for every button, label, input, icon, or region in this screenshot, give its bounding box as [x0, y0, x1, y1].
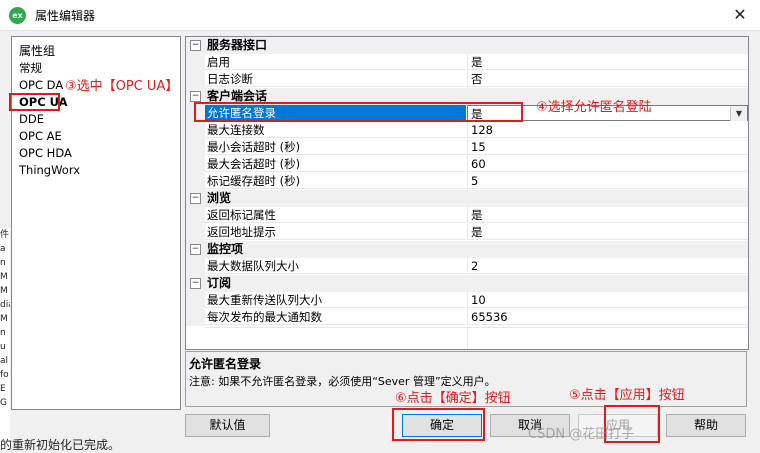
defaults-button[interactable]: 默认值	[185, 414, 270, 437]
chevron-down-icon[interactable]: ▼	[730, 106, 747, 121]
background-text-fragment: M	[0, 286, 8, 296]
annotation-click-apply: ⑤点击【应用】按钮	[569, 388, 685, 403]
category-name: 服务器接口	[207, 38, 268, 52]
collapse-icon[interactable]: −	[190, 91, 201, 102]
property-row[interactable]: 最小会话超时 (秒) 15	[186, 139, 748, 156]
property-name: 最大会话超时 (秒)	[205, 156, 466, 172]
background-text-fragment: al	[0, 356, 9, 366]
group-item[interactable]: ThingWorx	[18, 162, 176, 179]
property-row[interactable]: 最大会话超时 (秒) 60	[186, 156, 748, 173]
category-name: 浏览	[207, 191, 232, 205]
background-text-fragment: a	[0, 244, 6, 254]
background-text-fragment: u	[0, 342, 6, 352]
property-grid: − 服务器接口 启用是日志诊断否 − 客户端会话 允许匿名登录是 ▼ 最大连接数 128 最小会话…	[185, 36, 749, 350]
collapse-icon[interactable]: −	[190, 244, 201, 255]
background-text-fragment: n	[0, 328, 6, 338]
row-gutter	[186, 292, 205, 309]
background-status-text: 的重新初始化已完成。	[0, 438, 121, 452]
property-value[interactable]: 是	[467, 224, 748, 240]
window-title: 属性编辑器	[35, 9, 96, 23]
category-name: 监控项	[207, 242, 244, 256]
annotation-allow-anonymous: ④选择允许匿名登陆	[536, 100, 652, 115]
property-value[interactable]: 5	[467, 173, 748, 189]
background-text-fragment: E	[0, 384, 6, 394]
property-name: 返回标记属性	[205, 207, 466, 223]
property-name: 每次发布的最大通知数	[205, 309, 466, 325]
collapse-icon[interactable]: −	[190, 193, 201, 204]
watermark: CSDN @花田打子	[528, 427, 635, 442]
highlight-anonymous-login	[194, 102, 523, 122]
property-category[interactable]: − 监控项	[186, 241, 748, 258]
group-item[interactable]: OPC AE	[18, 128, 176, 145]
property-name: 最大数据队列大小	[205, 258, 466, 274]
property-row[interactable]: 启用是	[186, 54, 748, 71]
collapse-icon[interactable]: −	[190, 278, 201, 289]
property-value[interactable]: 65536	[467, 309, 748, 325]
property-value[interactable]: 15	[467, 139, 748, 155]
group-item[interactable]: OPC HDA	[18, 145, 176, 162]
property-row[interactable]: 返回标记属性是	[186, 207, 748, 224]
property-row[interactable]: 最大重新传送队列大小 10	[186, 292, 748, 309]
row-gutter	[186, 258, 205, 275]
property-value[interactable]: 2	[467, 258, 748, 274]
property-grid-empty-row	[205, 327, 748, 349]
property-value[interactable]: 否	[467, 71, 748, 87]
property-row[interactable]: 返回地址提示是	[186, 224, 748, 241]
category-name: 订阅	[207, 276, 232, 290]
property-category[interactable]: − 订阅	[186, 275, 748, 292]
property-category[interactable]: − 浏览	[186, 190, 748, 207]
property-name: 最大重新传送队列大小	[205, 292, 466, 308]
row-gutter	[186, 309, 205, 326]
property-row[interactable]: 标记缓存超时 (秒) 5	[186, 173, 748, 190]
annotation-select-opcua: ③选中【OPC UA】	[65, 79, 179, 94]
collapse-icon[interactable]: −	[190, 40, 201, 51]
background-text-fragment: 件	[0, 230, 10, 240]
annotation-click-ok: ⑥点击【确定】按钮	[395, 391, 511, 406]
background-text-fragment: dia	[0, 300, 10, 310]
row-gutter	[186, 156, 205, 173]
property-value[interactable]: 是	[467, 54, 748, 70]
property-value[interactable]: 是	[467, 207, 748, 223]
group-list-header: 属性组	[19, 44, 56, 58]
background-text-fragment: n	[0, 258, 6, 268]
property-name: 标记缓存超时 (秒)	[205, 173, 466, 189]
highlight-opc-ua	[9, 93, 60, 111]
property-value[interactable]: 128	[467, 122, 748, 138]
background-text-fragment: fo	[0, 370, 9, 380]
property-name: 启用	[205, 54, 466, 70]
group-item[interactable]: DDE	[18, 111, 176, 128]
property-name: 日志诊断	[205, 71, 466, 87]
app-logo-icon: ex	[9, 7, 26, 24]
property-value[interactable]: 10	[467, 292, 748, 308]
background-text-fragment: G	[0, 398, 7, 408]
property-row[interactable]: 最大数据队列大小 2	[186, 258, 748, 275]
highlight-ok-button	[392, 408, 485, 441]
background-text-fragment: M	[0, 272, 8, 282]
property-row[interactable]: 每次发布的最大通知数 65536	[186, 309, 748, 326]
title-bar: ex 属性编辑器 ✕	[0, 0, 760, 31]
row-gutter	[186, 54, 205, 71]
property-name: 返回地址提示	[205, 224, 466, 240]
property-row[interactable]: 日志诊断否	[186, 71, 748, 88]
row-gutter	[186, 122, 205, 139]
property-name: 最大连接数	[205, 122, 466, 138]
help-button[interactable]: 帮助	[666, 414, 746, 437]
background-window-strip: 件anMMdiaMnualfoEG	[0, 228, 10, 450]
row-gutter	[186, 71, 205, 88]
description-title: 允许匿名登录	[189, 357, 262, 371]
close-icon[interactable]: ✕	[724, 2, 756, 28]
property-value[interactable]: 60	[467, 156, 748, 172]
property-row[interactable]: 最大连接数 128	[186, 122, 748, 139]
property-category[interactable]: − 服务器接口	[186, 37, 748, 54]
row-gutter	[186, 139, 205, 156]
row-gutter	[186, 224, 205, 241]
background-text-fragment: M	[0, 314, 8, 324]
row-gutter	[186, 173, 205, 190]
property-name: 最小会话超时 (秒)	[205, 139, 466, 155]
row-gutter	[186, 207, 205, 224]
